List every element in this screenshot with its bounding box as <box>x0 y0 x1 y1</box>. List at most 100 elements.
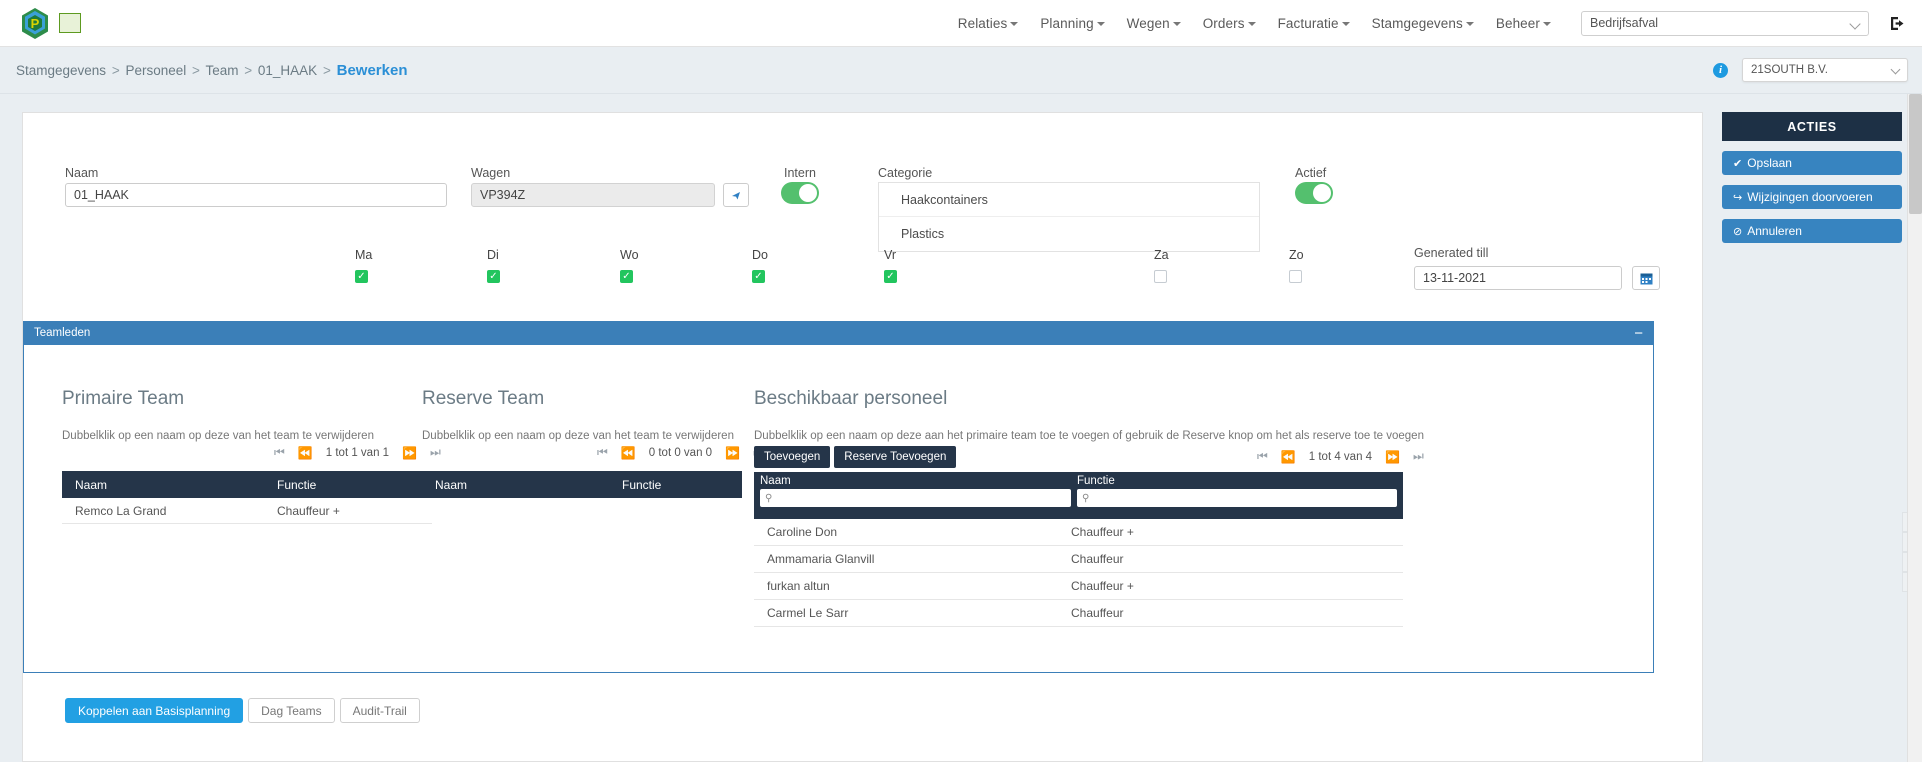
nav-item-facturatie[interactable]: Facturatie <box>1278 16 1350 31</box>
wagen-input[interactable]: VP394Z <box>471 183 715 207</box>
breadcrumb: Stamgegevens > Personeel > Team > 01_HAA… <box>16 62 407 79</box>
pager-first-icon[interactable]: ⏮ <box>597 445 608 460</box>
reserve-toevoegen-button[interactable]: Reserve Toevoegen <box>834 446 957 468</box>
nav-item-stamgegevens[interactable]: Stamgegevens <box>1372 16 1474 31</box>
table-row[interactable]: Ammamaria Glanvill Chauffeur <box>754 546 1403 573</box>
day-label-ma: Ma <box>355 248 373 262</box>
pager-prev-icon[interactable]: ⏪ <box>621 446 636 460</box>
ban-icon: ⊘ <box>1733 225 1743 238</box>
page-scrollbar[interactable] <box>1907 94 1922 762</box>
naam-input[interactable]: 01_HAAK <box>65 183 447 207</box>
chevron-down-icon <box>1096 21 1105 26</box>
pager-last-icon[interactable]: ⏭ <box>1413 449 1424 464</box>
calendar-button[interactable] <box>1632 266 1660 290</box>
company-select[interactable]: Bedrijfsafval <box>1581 10 1869 36</box>
primaire-team-pager-text: 1 tot 1 van 1 <box>325 446 390 459</box>
breadcrumb-personeel[interactable]: Personeel <box>125 63 186 78</box>
pager-next-icon[interactable]: ⏩ <box>402 446 417 460</box>
categorie-item[interactable]: Haakcontainers <box>879 183 1259 217</box>
breadcrumb-01-haak[interactable]: 01_HAAK <box>258 63 317 78</box>
save-button[interactable]: ✔ Opslaan <box>1722 151 1902 175</box>
table-row[interactable]: furkan altun Chauffeur + <box>754 573 1403 600</box>
search-input-functie[interactable]: ⚲ <box>1077 489 1397 507</box>
teamleden-panel-title: Teamleden <box>34 327 91 339</box>
logout-icon[interactable] <box>1889 15 1906 32</box>
teamleden-panel-header: Teamleden − <box>24 321 1653 345</box>
actief-toggle[interactable] <box>1295 182 1333 204</box>
primaire-team-table: Naam Functie Remco La Grand Chauffeur + <box>62 471 432 524</box>
calendar-icon <box>1640 273 1652 284</box>
breadcrumb-sep: > <box>192 62 200 78</box>
day-label-do: Do <box>752 248 768 262</box>
brand[interactable]: P <box>20 7 81 40</box>
branch-select[interactable]: 21SOUTH B.V. <box>1742 58 1908 82</box>
day-checkbox-do[interactable]: ✓ <box>752 270 765 283</box>
audit-trail-button[interactable]: Audit-Trail <box>339 698 420 723</box>
pager-first-icon[interactable]: ⏮ <box>1257 449 1268 464</box>
reserve-team-pager-text: 0 tot 0 van 0 <box>648 446 713 459</box>
toevoegen-button[interactable]: Toevoegen <box>754 446 831 468</box>
nav-item-orders[interactable]: Orders <box>1203 16 1256 31</box>
reserve-team-hint: Dubbelklik op een naam op deze van het t… <box>422 430 734 442</box>
search-icon: ⚲ <box>765 492 773 504</box>
nav-menu: Relaties Planning Wegen Orders Facturati… <box>958 16 1551 31</box>
bottom-button-bar: Koppelen aan Basisplanning Dag Teams Aud… <box>65 698 420 723</box>
table-row[interactable]: Remco La Grand Chauffeur + <box>62 498 432 524</box>
cell-naam: Caroline Don <box>767 525 838 539</box>
cell-naam: furkan altun <box>767 579 830 593</box>
day-checkbox-za[interactable] <box>1154 270 1167 283</box>
cell-naam: Remco La Grand <box>75 503 167 518</box>
day-checkbox-wo[interactable]: ✓ <box>620 270 633 283</box>
search-input-naam[interactable]: ⚲ <box>760 489 1071 507</box>
chevron-down-icon <box>1247 21 1256 26</box>
pager-next-icon[interactable]: ⏩ <box>725 446 740 460</box>
day-checkbox-vr[interactable]: ✓ <box>884 270 897 283</box>
breadcrumb-sep: > <box>111 62 120 78</box>
generated-till-input[interactable]: 13-11-2021 <box>1414 266 1622 290</box>
app-logo-icon: P <box>20 7 50 40</box>
column-header-naam: Naam <box>75 477 108 492</box>
info-icon-glyph: i <box>1718 64 1723 76</box>
reserve-team-title: Reserve Team <box>422 388 545 409</box>
pager-last-icon[interactable]: ⏭ <box>430 445 441 460</box>
categorie-label: Categorie <box>878 166 933 180</box>
pager-prev-icon[interactable]: ⏪ <box>1281 450 1296 464</box>
day-checkbox-zo[interactable] <box>1289 270 1302 283</box>
day-checkbox-di[interactable]: ✓ <box>487 270 500 283</box>
nav-item-beheer[interactable]: Beheer <box>1496 16 1551 31</box>
chevron-down-icon <box>1543 21 1551 26</box>
apply-changes-button[interactable]: ↪ Wijzigingen doorvoeren <box>1722 185 1902 209</box>
nav-item-wegen-label: Wegen <box>1126 15 1170 31</box>
column-header-functie: Functie <box>622 477 662 492</box>
cell-functie: Chauffeur + <box>277 503 340 518</box>
categorie-item[interactable]: Plastics <box>879 217 1259 251</box>
actief-toggle-knob <box>1313 184 1331 202</box>
naam-label: Naam <box>65 166 99 180</box>
koppelen-aan-basisplanning-button[interactable]: Koppelen aan Basisplanning <box>65 698 244 723</box>
nav-item-beheer-label: Beheer <box>1495 15 1540 31</box>
save-button-label: Opslaan <box>1747 156 1792 170</box>
table-header-with-search: Naam ⚲ Functie ⚲ <box>754 472 1403 519</box>
breadcrumb-team[interactable]: Team <box>205 63 238 78</box>
day-label-zo: Zo <box>1289 248 1304 262</box>
nav-item-planning[interactable]: Planning <box>1040 16 1105 31</box>
nav-item-wegen[interactable]: Wegen <box>1127 16 1181 31</box>
pager-next-icon[interactable]: ⏩ <box>1385 450 1400 464</box>
pager-first-icon[interactable]: ⏮ <box>274 445 285 460</box>
nav-item-facturatie-label: Facturatie <box>1277 15 1339 31</box>
intern-toggle[interactable] <box>781 182 819 204</box>
nav-item-relaties[interactable]: Relaties <box>958 16 1019 31</box>
info-icon[interactable]: i <box>1713 62 1728 78</box>
table-row[interactable]: Caroline Don Chauffeur + <box>754 519 1403 546</box>
table-row[interactable]: Carmel Le Sarr Chauffeur <box>754 600 1403 627</box>
scrollbar-thumb[interactable] <box>1909 94 1922 214</box>
collapse-icon[interactable]: − <box>1634 326 1643 341</box>
cancel-button[interactable]: ⊘ Annuleren <box>1722 219 1902 243</box>
day-checkbox-ma[interactable]: ✓ <box>355 270 368 283</box>
wagen-select-button[interactable] <box>723 183 749 207</box>
chevron-down-icon <box>1465 21 1474 26</box>
pager-prev-icon[interactable]: ⏪ <box>298 446 313 460</box>
arrow-icon <box>731 191 740 199</box>
breadcrumb-stamgegevens[interactable]: Stamgegevens <box>16 63 106 78</box>
dag-teams-button[interactable]: Dag Teams <box>248 698 335 723</box>
